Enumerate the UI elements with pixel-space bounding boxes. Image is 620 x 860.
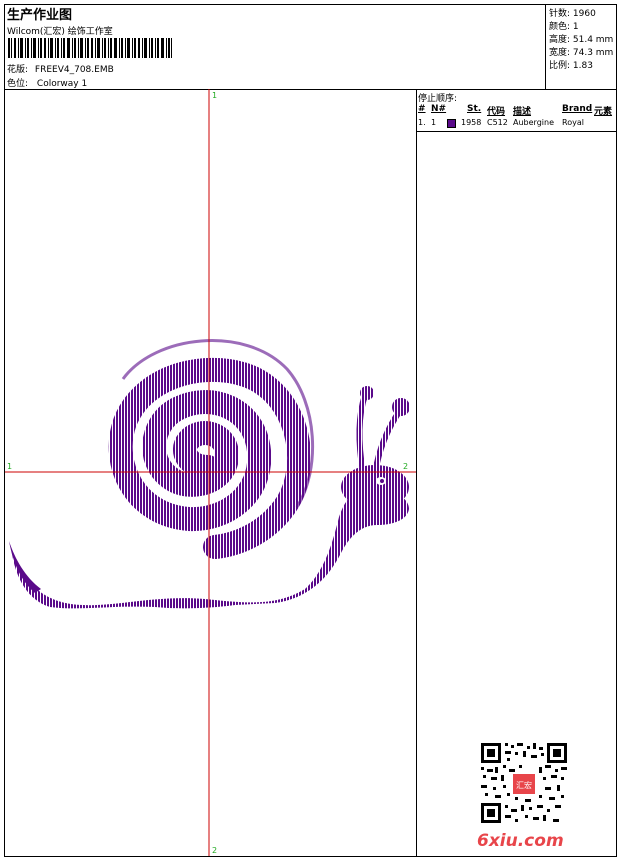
design-height: 高度: 51.4 mm <box>549 35 614 45</box>
snail-shell <box>108 357 312 559</box>
design-label: 花版: <box>7 65 29 75</box>
design-stats: 针数: 1960 颜色: 1 高度: 51.4 mm 宽度: 74.3 mm 比… <box>545 5 617 89</box>
design-scale: 比例: 1.83 <box>549 61 593 71</box>
design-value: FREEV4_708.EMB <box>34 65 114 75</box>
table-row: 1. 1 1958 C512 Aubergine Royal <box>417 117 616 132</box>
row-description: Aubergine <box>513 118 554 127</box>
axis-bottom-label: 2 <box>212 846 218 855</box>
stitch-count: 针数: 1960 <box>549 9 596 19</box>
production-sheet: 生产作业图 Wilcom(汇宏) 绘饰工作室 花版: FREEV4_708.EM… <box>4 4 617 857</box>
design-width: 宽度: 74.3 mm <box>549 48 614 58</box>
col-needle: N# <box>431 104 447 114</box>
snail-antenna-tip-left <box>360 386 374 400</box>
stop-sequence-panel: 停止顺序: # N# St. 代码 描述 Brand 元素 1. 1 1958 … <box>417 89 616 856</box>
col-index: # <box>418 104 426 114</box>
axis-top-label: 1 <box>212 91 218 100</box>
axis-right-label: 2 <box>403 462 409 471</box>
snail-antenna-right <box>372 407 404 474</box>
design-file: 花版: FREEV4_708.EMB <box>7 62 114 75</box>
qr-code-image: 汇宏 <box>481 743 567 823</box>
stamp-text: 汇宏 <box>516 780 532 790</box>
snail-antenna-left <box>356 394 368 474</box>
row-stitches: 1958 <box>461 118 482 127</box>
row-index: 1. <box>418 118 426 127</box>
studio-name: Wilcom(汇宏) 绘饰工作室 <box>7 27 113 37</box>
snail-antenna-tip-right <box>392 398 410 416</box>
color-swatch <box>447 119 456 128</box>
col-brand: Brand <box>562 104 593 114</box>
col-code: 代码 <box>487 107 506 117</box>
snail-pupil <box>380 479 384 483</box>
color-count: 颜色: 1 <box>549 22 579 32</box>
col-stitches: St. <box>467 104 482 114</box>
design-preview <box>5 89 416 856</box>
row-needle: 1 <box>431 118 437 127</box>
colorway-label: 色位: <box>7 79 29 89</box>
colorway: 色位: Colorway 1 <box>7 76 87 89</box>
sheet-title: 生产作业图 <box>7 8 73 23</box>
colorway-value: Colorway 1 <box>36 79 88 89</box>
design-canvas: 1 2 1 2 <box>5 89 417 856</box>
watermark: 6xiu.com <box>477 831 564 851</box>
barcode-image <box>8 38 172 58</box>
col-description: 描述 <box>513 107 532 117</box>
stop-sequence-header: # N# St. 代码 描述 Brand 元素 <box>417 103 616 117</box>
axis-left-label: 1 <box>7 462 13 471</box>
row-code: C512 <box>487 118 508 127</box>
sheet-header: 生产作业图 Wilcom(汇宏) 绘饰工作室 花版: FREEV4_708.EM… <box>5 5 616 90</box>
row-brand: Royal <box>562 118 584 127</box>
col-element: 元素 <box>594 107 613 117</box>
